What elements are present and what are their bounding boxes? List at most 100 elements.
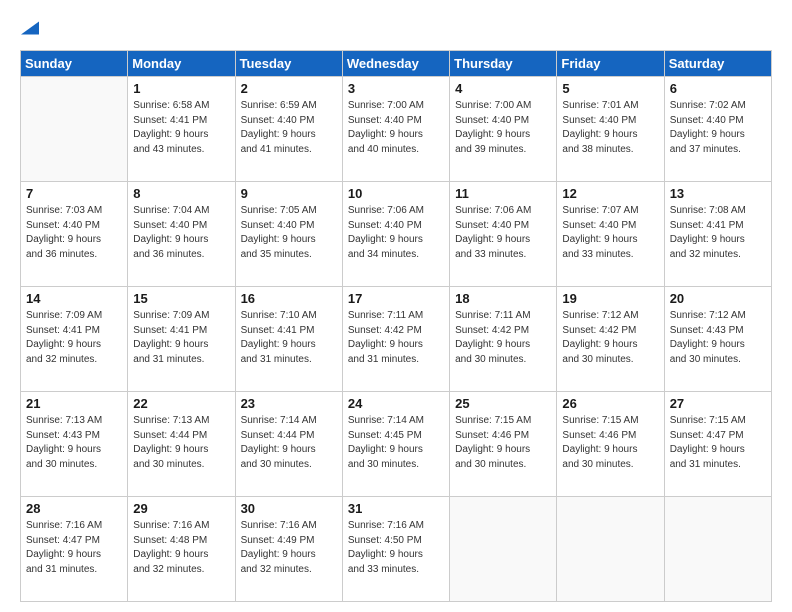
calendar-cell: 25 Sunrise: 7:15 AM Sunset: 4:46 PM Dayli… [450, 392, 557, 497]
day-number: 10 [348, 186, 444, 201]
calendar-cell: 3 Sunrise: 7:00 AM Sunset: 4:40 PM Daylig… [342, 77, 449, 182]
calendar-cell: 26Sunrise: 7:15 AM Sunset: 4:46 PM Dayli… [557, 392, 664, 497]
weekday-header: Sunday [21, 51, 128, 77]
day-number: 3 [348, 81, 444, 96]
day-info: Sunrise: 7:16 AM Sunset: 4:48 PM Dayligh… [133, 519, 229, 577]
weekday-header: Friday [557, 51, 664, 77]
calendar-cell: 7Sunrise: 7:03 AM Sunset: 4:40 PM Daylig… [21, 182, 128, 287]
calendar-cell [450, 497, 557, 602]
calendar-cell: 13 Sunrise: 7:08 AM Sunset: 4:41 PM Dayli… [664, 182, 771, 287]
calendar-cell [557, 497, 664, 602]
day-number: 17 [348, 291, 444, 306]
day-info: Sunrise: 7:05 AM Sunset: 4:40 PM Dayligh… [241, 204, 337, 262]
calendar-cell: 23 Sunrise: 7:14 AM Sunset: 4:44 PM Dayli… [235, 392, 342, 497]
day-number: 14 [26, 291, 122, 306]
day-number: 25 [455, 396, 551, 411]
calendar-row: 7Sunrise: 7:03 AM Sunset: 4:40 PM Daylig… [21, 182, 772, 287]
calendar-cell: 27 Sunrise: 7:15 AM Sunset: 4:47 PM Dayli… [664, 392, 771, 497]
day-info: Sunrise: 7:13 AM Sunset: 4:43 PM Dayligh… [26, 414, 122, 472]
calendar-cell: 14 Sunrise: 7:09 AM Sunset: 4:41 PM Dayli… [21, 287, 128, 392]
day-number: 5 [562, 81, 658, 96]
weekday-header: Wednesday [342, 51, 449, 77]
day-info: Sunrise: 7:02 AM Sunset: 4:40 PM Dayligh… [670, 99, 766, 157]
calendar-cell: 15Sunrise: 7:09 AM Sunset: 4:41 PM Dayli… [128, 287, 235, 392]
day-info: Sunrise: 7:15 AM Sunset: 4:46 PM Dayligh… [562, 414, 658, 472]
calendar-cell: 18Sunrise: 7:11 AM Sunset: 4:42 PM Dayli… [450, 287, 557, 392]
calendar-cell: 17 Sunrise: 7:11 AM Sunset: 4:42 PM Dayli… [342, 287, 449, 392]
day-number: 27 [670, 396, 766, 411]
day-info: Sunrise: 7:00 AM Sunset: 4:40 PM Dayligh… [348, 99, 444, 157]
weekday-header: Monday [128, 51, 235, 77]
calendar-cell: 6 Sunrise: 7:02 AM Sunset: 4:40 PM Daylig… [664, 77, 771, 182]
day-info: Sunrise: 7:08 AM Sunset: 4:41 PM Dayligh… [670, 204, 766, 262]
day-number: 9 [241, 186, 337, 201]
day-info: Sunrise: 7:07 AM Sunset: 4:40 PM Dayligh… [562, 204, 658, 262]
day-info: Sunrise: 7:15 AM Sunset: 4:46 PM Dayligh… [455, 414, 551, 472]
day-info: Sunrise: 6:59 AM Sunset: 4:40 PM Dayligh… [241, 99, 337, 157]
day-info: Sunrise: 7:10 AM Sunset: 4:41 PM Dayligh… [241, 309, 337, 367]
day-info: Sunrise: 7:16 AM Sunset: 4:49 PM Dayligh… [241, 519, 337, 577]
day-info: Sunrise: 7:00 AM Sunset: 4:40 PM Dayligh… [455, 99, 551, 157]
day-number: 19 [562, 291, 658, 306]
day-number: 23 [241, 396, 337, 411]
calendar-cell: 10 Sunrise: 7:06 AM Sunset: 4:40 PM Dayli… [342, 182, 449, 287]
day-number: 18 [455, 291, 551, 306]
day-info: Sunrise: 7:03 AM Sunset: 4:40 PM Dayligh… [26, 204, 122, 262]
calendar-cell: 19 Sunrise: 7:12 AM Sunset: 4:42 PM Dayli… [557, 287, 664, 392]
calendar-cell: 16Sunrise: 7:10 AM Sunset: 4:41 PM Dayli… [235, 287, 342, 392]
calendar-cell: 24 Sunrise: 7:14 AM Sunset: 4:45 PM Dayli… [342, 392, 449, 497]
calendar-cell [21, 77, 128, 182]
day-number: 30 [241, 501, 337, 516]
day-info: Sunrise: 7:14 AM Sunset: 4:44 PM Dayligh… [241, 414, 337, 472]
day-number: 31 [348, 501, 444, 516]
day-info: Sunrise: 7:13 AM Sunset: 4:44 PM Dayligh… [133, 414, 229, 472]
day-number: 20 [670, 291, 766, 306]
calendar-row: 1 Sunrise: 6:58 AM Sunset: 4:41 PM Daylig… [21, 77, 772, 182]
day-number: 29 [133, 501, 229, 516]
day-number: 1 [133, 81, 229, 96]
calendar-cell: 11 Sunrise: 7:06 AM Sunset: 4:40 PM Dayli… [450, 182, 557, 287]
calendar-row: 28 Sunrise: 7:16 AM Sunset: 4:47 PM Dayli… [21, 497, 772, 602]
calendar-cell: 20Sunrise: 7:12 AM Sunset: 4:43 PM Dayli… [664, 287, 771, 392]
calendar-cell: 4 Sunrise: 7:00 AM Sunset: 4:40 PM Daylig… [450, 77, 557, 182]
day-number: 4 [455, 81, 551, 96]
day-number: 11 [455, 186, 551, 201]
day-info: Sunrise: 7:09 AM Sunset: 4:41 PM Dayligh… [26, 309, 122, 367]
day-number: 8 [133, 186, 229, 201]
calendar-cell: 12 Sunrise: 7:07 AM Sunset: 4:40 PM Dayli… [557, 182, 664, 287]
header [20, 16, 772, 40]
calendar-cell: 30 Sunrise: 7:16 AM Sunset: 4:49 PM Dayli… [235, 497, 342, 602]
day-number: 12 [562, 186, 658, 201]
day-info: Sunrise: 7:14 AM Sunset: 4:45 PM Dayligh… [348, 414, 444, 472]
calendar-row: 21 Sunrise: 7:13 AM Sunset: 4:43 PM Dayli… [21, 392, 772, 497]
page-container: SundayMondayTuesdayWednesdayThursdayFrid… [0, 0, 792, 612]
day-info: Sunrise: 6:58 AM Sunset: 4:41 PM Dayligh… [133, 99, 229, 157]
weekday-header: Thursday [450, 51, 557, 77]
calendar-cell: 28 Sunrise: 7:16 AM Sunset: 4:47 PM Dayli… [21, 497, 128, 602]
calendar-row: 14 Sunrise: 7:09 AM Sunset: 4:41 PM Dayli… [21, 287, 772, 392]
logo [20, 16, 39, 40]
day-number: 24 [348, 396, 444, 411]
day-info: Sunrise: 7:16 AM Sunset: 4:50 PM Dayligh… [348, 519, 444, 577]
day-info: Sunrise: 7:16 AM Sunset: 4:47 PM Dayligh… [26, 519, 122, 577]
day-info: Sunrise: 7:15 AM Sunset: 4:47 PM Dayligh… [670, 414, 766, 472]
day-info: Sunrise: 7:11 AM Sunset: 4:42 PM Dayligh… [348, 309, 444, 367]
calendar-cell: 9 Sunrise: 7:05 AM Sunset: 4:40 PM Daylig… [235, 182, 342, 287]
calendar-cell: 1 Sunrise: 6:58 AM Sunset: 4:41 PM Daylig… [128, 77, 235, 182]
calendar-table: SundayMondayTuesdayWednesdayThursdayFrid… [20, 50, 772, 602]
day-info: Sunrise: 7:12 AM Sunset: 4:42 PM Dayligh… [562, 309, 658, 367]
day-number: 2 [241, 81, 337, 96]
calendar-cell: 8Sunrise: 7:04 AM Sunset: 4:40 PM Daylig… [128, 182, 235, 287]
day-info: Sunrise: 7:01 AM Sunset: 4:40 PM Dayligh… [562, 99, 658, 157]
day-info: Sunrise: 7:06 AM Sunset: 4:40 PM Dayligh… [348, 204, 444, 262]
day-number: 22 [133, 396, 229, 411]
calendar-cell: 21 Sunrise: 7:13 AM Sunset: 4:43 PM Dayli… [21, 392, 128, 497]
day-number: 28 [26, 501, 122, 516]
day-number: 13 [670, 186, 766, 201]
calendar-cell: 5 Sunrise: 7:01 AM Sunset: 4:40 PM Daylig… [557, 77, 664, 182]
day-info: Sunrise: 7:09 AM Sunset: 4:41 PM Dayligh… [133, 309, 229, 367]
day-number: 21 [26, 396, 122, 411]
day-number: 6 [670, 81, 766, 96]
day-info: Sunrise: 7:06 AM Sunset: 4:40 PM Dayligh… [455, 204, 551, 262]
calendar-cell: 22 Sunrise: 7:13 AM Sunset: 4:44 PM Dayli… [128, 392, 235, 497]
